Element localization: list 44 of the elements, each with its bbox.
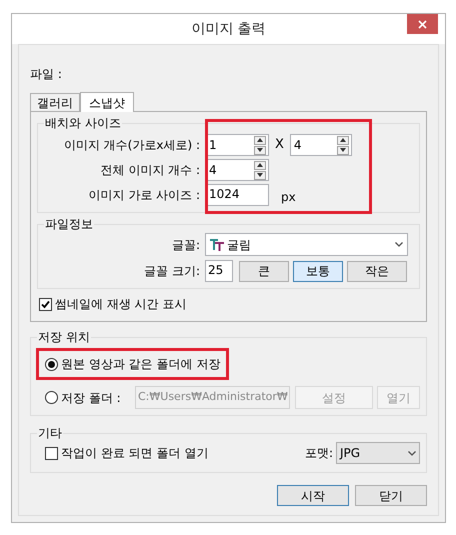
dialog-button[interactable]: 닫기 <box>355 485 427 506</box>
radio-option[interactable]: 저장 폴더 : <box>45 388 135 406</box>
tab[interactable]: 스냅샷 <box>80 92 134 112</box>
radio-button[interactable] <box>45 391 58 404</box>
group-title: 저장 위치 <box>37 329 91 346</box>
size-button[interactable]: 보통 <box>293 260 343 282</box>
unit-label: px <box>281 189 296 206</box>
open-folder-checkbox[interactable]: 작업이 완료 되면 폴더 열기 <box>45 444 208 462</box>
size-button[interactable]: 작은 <box>347 260 407 282</box>
spin-field[interactable]: 1 <box>205 134 269 156</box>
window-title: 이미지 출력 <box>191 20 266 38</box>
radio-button[interactable] <box>45 358 58 370</box>
font-type-icon <box>210 238 224 251</box>
field-label: 전체 이미지 개수 : <box>100 162 201 179</box>
chevron-down-icon <box>395 242 403 247</box>
spin-field[interactable]: 4 <box>290 134 352 156</box>
group-title: 기타 <box>37 425 63 442</box>
group-title: 배치와 사이즈 <box>44 115 122 132</box>
dialog-button[interactable]: 시작 <box>277 485 349 506</box>
group-title: 파일정보 <box>44 216 94 233</box>
checkbox[interactable] <box>45 446 58 460</box>
show-time-checkbox[interactable]: 썸네일에 재생 시간 표시 <box>39 295 186 313</box>
spinner-arrows-icon[interactable] <box>336 136 349 154</box>
close-button[interactable] <box>407 14 438 34</box>
spinner-arrows-icon[interactable] <box>254 160 266 180</box>
format-label: 포맷: <box>304 445 333 462</box>
font-dropdown[interactable]: 굴림 <box>205 233 408 256</box>
spinner-arrows-icon[interactable] <box>254 136 266 154</box>
field-label: 이미지 가로 사이즈 : <box>88 187 201 204</box>
checkbox[interactable] <box>39 298 52 310</box>
file-label: 파일 : <box>30 66 63 83</box>
tab[interactable]: 갤러리 <box>30 93 80 111</box>
width-field[interactable]: 1024 <box>205 184 269 206</box>
field-label: 글꼴 크기: <box>143 263 201 280</box>
radio-option[interactable]: 원본 영상과 같은 폴더에 저장 <box>36 348 230 380</box>
size-button[interactable]: 큰 <box>239 260 289 282</box>
close-icon <box>418 20 427 28</box>
chevron-down-icon <box>408 450 416 456</box>
size-field[interactable]: 25 <box>205 260 233 282</box>
field-label: 이미지 개수(가로x세로) : <box>62 137 201 154</box>
format-dropdown[interactable]: JPG <box>336 442 420 464</box>
times-sign: X <box>275 136 284 154</box>
field-label: 글꼴: <box>170 236 201 254</box>
spin-field[interactable]: 4 <box>205 159 269 181</box>
